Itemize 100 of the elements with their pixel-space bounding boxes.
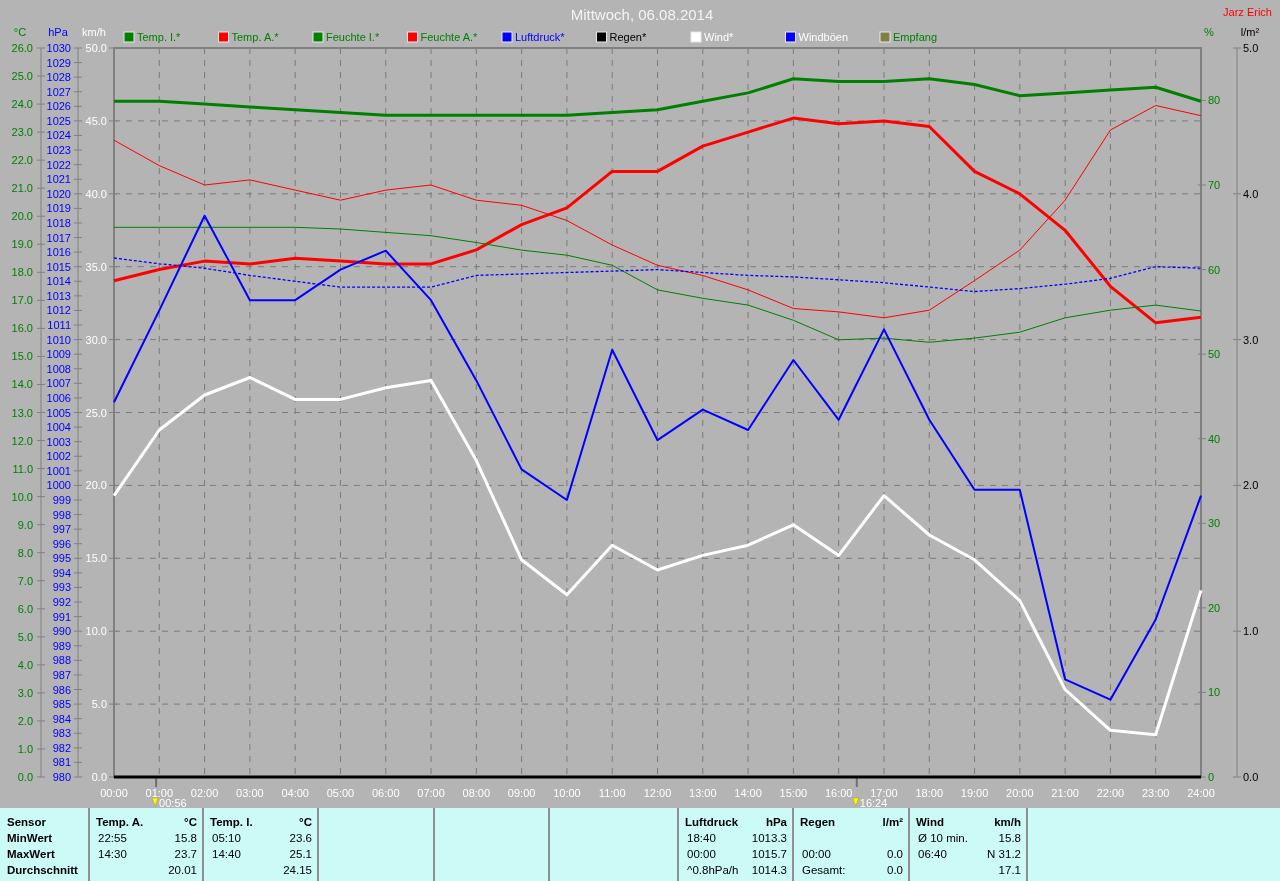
axis-unit: hPa xyxy=(48,26,68,38)
axis-tick-label: 8.0 xyxy=(17,546,33,559)
legend-label: Feuchte I.* xyxy=(326,31,380,43)
axis-tick-label: 0.0 xyxy=(1243,771,1259,783)
group-unit: l/m² xyxy=(882,815,903,830)
axis-tick-label: 40.0 xyxy=(85,187,107,200)
time-axis-label: 06:00 xyxy=(372,787,400,799)
legend-label: Wind* xyxy=(704,31,734,43)
axis-tick-label: 10.0 xyxy=(85,625,107,638)
group-unit: °C xyxy=(299,815,312,830)
axis-tick-label: 25.0 xyxy=(11,70,33,83)
time-axis-label: 22:00 xyxy=(1096,787,1125,799)
axis-tick-label: 11.0 xyxy=(12,462,33,475)
time-axis-label: 03:00 xyxy=(236,787,264,799)
axis-tick-label: 1010 xyxy=(46,333,71,346)
axis-tick-label: 16.0 xyxy=(11,322,33,335)
table-header: Sensor xyxy=(7,815,47,830)
table-cell-text: 1014.3 xyxy=(751,863,787,878)
chart-title: Mittwoch, 06.08.2014 xyxy=(570,6,714,23)
axis-tick-label: 26.0 xyxy=(11,42,33,54)
time-axis-label: 15:00 xyxy=(779,787,808,799)
axis-tick-label: 1007 xyxy=(46,377,71,390)
axis-tick-label: 1009 xyxy=(46,348,71,361)
time-axis-label: 13:00 xyxy=(689,787,717,799)
time-axis-label: 14:00 xyxy=(734,787,762,799)
axis-tick-label: 983 xyxy=(52,727,71,740)
table-cell-text: 06:40 xyxy=(917,847,947,862)
time-axis-label: 19:00 xyxy=(960,787,989,799)
axis-tick-label: 993 xyxy=(52,581,71,594)
group-title: Luftdruck xyxy=(685,815,739,830)
row-label: MinWert xyxy=(7,831,54,846)
axis-tick-label: 23.0 xyxy=(11,126,33,139)
time-axis-label: 05:00 xyxy=(326,787,355,799)
axis-tick-label: 984 xyxy=(52,712,71,725)
legend-label: Feuchte A.* xyxy=(420,31,478,43)
axis-tick-label: 7.0 xyxy=(17,574,33,587)
axis-tick-label: 0.0 xyxy=(91,771,107,783)
table-cell-text: 23.6 xyxy=(289,831,312,846)
axis-unit: km/h xyxy=(82,26,106,38)
axis-tick-label: 1005 xyxy=(46,406,71,419)
legend-label: Temp. A.* xyxy=(231,31,279,43)
axis-tick-label: 3.0 xyxy=(17,686,33,699)
legend-label: Windböen xyxy=(798,31,849,43)
axis-tick-label: 45.0 xyxy=(85,114,107,127)
time-axis-label: 10:00 xyxy=(553,787,581,799)
axis-tick-label: 80 xyxy=(1208,94,1221,107)
axis-tick-label: 1008 xyxy=(46,362,71,375)
group-unit: km/h xyxy=(994,815,1021,830)
axis-tick-label: 22.0 xyxy=(11,154,33,167)
group-title: Regen xyxy=(800,815,836,830)
axis-tick-label: 18.0 xyxy=(11,266,33,279)
axis-tick-label: 17.0 xyxy=(11,294,33,307)
time-axis-label: 11:00 xyxy=(598,787,626,799)
time-axis-label: 16:00 xyxy=(824,787,853,799)
table-cell-text: ^0.8hPa/h xyxy=(686,863,739,878)
axis-tick-label: 1021 xyxy=(46,173,71,186)
axis-tick-label: 1.0 xyxy=(17,742,33,755)
time-axis-label: 21:00 xyxy=(1051,787,1079,799)
axis-tick-label: 1025 xyxy=(46,114,71,127)
axis-tick-label: 1001 xyxy=(46,464,71,477)
axis-tick-label: 986 xyxy=(52,683,71,696)
axis-tick-label: 15.0 xyxy=(11,350,33,363)
time-axis-label: 01:00 xyxy=(145,787,174,799)
axis-tick-label: 980 xyxy=(52,771,71,783)
axis-tick-label: 1027 xyxy=(46,85,71,98)
event-marker-icon xyxy=(151,797,159,807)
table-cell-text: 0.0 xyxy=(887,863,903,878)
time-axis-label: 04:00 xyxy=(281,787,309,799)
table-cell-text: 05:10 xyxy=(211,831,241,846)
axis-tick-label: 1020 xyxy=(46,187,71,200)
table-cell-text: 15.8 xyxy=(998,831,1021,846)
table-cell-text: Ø 10 min. xyxy=(917,831,968,846)
axis-tick-label: 4.0 xyxy=(17,658,33,671)
axis-tick-label: 996 xyxy=(52,537,71,550)
axis-tick-label: 25.0 xyxy=(85,406,107,419)
axis-tick-label: 35.0 xyxy=(85,260,107,273)
axis-tick-label: 1017 xyxy=(46,231,71,244)
axis-tick-label: 1024 xyxy=(46,129,71,142)
event-marker-icon xyxy=(852,797,860,807)
group-title: Temp. A. xyxy=(96,815,144,830)
axis-tick-label: 998 xyxy=(52,508,71,521)
group-title: Temp. I. xyxy=(210,815,253,830)
table-cell-text: 1015.7 xyxy=(751,847,787,862)
axis-tick-label: 1030 xyxy=(46,42,71,54)
axis-tick-label: 24.0 xyxy=(11,98,33,111)
table-cell-text: 14:40 xyxy=(211,847,241,862)
axis-tick-label: 1016 xyxy=(46,246,71,259)
table-cell-text: 25.1 xyxy=(289,847,312,862)
axis-unit: l/m² xyxy=(1240,26,1260,38)
axis-tick-label: 5.0 xyxy=(91,698,107,711)
axis-tick-label: 2.0 xyxy=(1243,479,1259,492)
axis-tick-label: 20.0 xyxy=(11,210,33,223)
axis-tick-label: 991 xyxy=(52,610,71,623)
axis-tick-label: 13.0 xyxy=(11,406,33,419)
time-axis-label: 12:00 xyxy=(643,787,672,799)
axis-tick-label: 999 xyxy=(52,494,71,506)
table-cell-text: 17.1 xyxy=(998,863,1021,878)
axis-tick-label: 1003 xyxy=(46,435,71,448)
time-axis-label: 24:00 xyxy=(1187,787,1215,799)
axis-tick-label: 10 xyxy=(1208,686,1221,699)
